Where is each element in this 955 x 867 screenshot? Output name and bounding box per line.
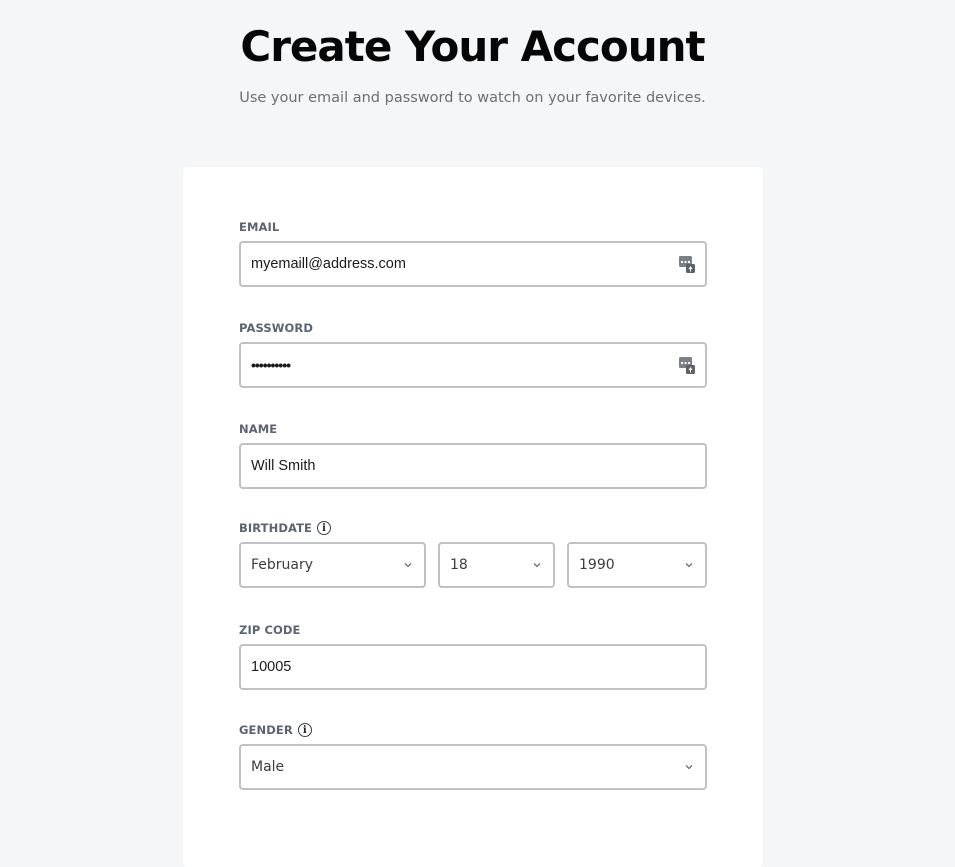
info-icon[interactable]: i bbox=[317, 521, 332, 535]
name-input[interactable]: Will Smith bbox=[239, 443, 707, 489]
name-label-text: NAME bbox=[239, 422, 278, 436]
password-input[interactable]: •••••••••• bbox=[239, 342, 707, 388]
zip-label-text: ZIP CODE bbox=[239, 623, 301, 637]
email-field-group: EMAIL myemaill@address.com bbox=[239, 219, 707, 287]
info-icon[interactable]: i bbox=[297, 723, 312, 737]
password-manager-icon[interactable] bbox=[679, 356, 695, 374]
page-title: Create Your Account bbox=[240, 22, 705, 71]
email-input[interactable]: myemaill@address.com bbox=[239, 241, 707, 287]
birth-day-value: 18 bbox=[450, 557, 468, 573]
chevron-down-icon bbox=[404, 563, 412, 568]
password-label-text: PASSWORD bbox=[239, 321, 313, 335]
password-value: •••••••••• bbox=[251, 357, 291, 373]
email-value: myemaill@address.com bbox=[251, 256, 406, 272]
zip-field-group: ZIP CODE 10005 bbox=[239, 622, 707, 690]
birth-year-select[interactable]: 1990 bbox=[567, 542, 707, 588]
email-label: EMAIL bbox=[239, 219, 707, 235]
zip-input[interactable]: 10005 bbox=[239, 644, 707, 690]
page-subtitle: Use your email and password to watch on … bbox=[239, 90, 706, 106]
birth-day-select[interactable]: 18 bbox=[438, 542, 555, 588]
birthdate-label: BIRTHDATE i bbox=[239, 520, 707, 536]
chevron-down-icon bbox=[685, 765, 693, 770]
zip-label: ZIP CODE bbox=[239, 622, 707, 638]
gender-select[interactable]: Male bbox=[239, 744, 707, 790]
email-label-text: EMAIL bbox=[239, 220, 280, 234]
gender-label: GENDER i bbox=[239, 722, 707, 738]
chevron-down-icon bbox=[685, 563, 693, 568]
gender-value: Male bbox=[251, 759, 285, 775]
name-field-group: NAME Will Smith bbox=[239, 421, 707, 489]
name-value: Will Smith bbox=[251, 458, 316, 474]
password-label: PASSWORD bbox=[239, 320, 707, 336]
password-field-group: PASSWORD •••••••••• bbox=[239, 320, 707, 388]
birthdate-label-text: BIRTHDATE bbox=[239, 521, 313, 535]
birthdate-selects: February 18 1990 bbox=[239, 542, 707, 588]
birth-year-value: 1990 bbox=[579, 557, 615, 573]
signup-card: EMAIL myemaill@address.com PASSWORD ••••… bbox=[183, 167, 763, 867]
birth-month-select[interactable]: February bbox=[239, 542, 426, 588]
birth-month-value: February bbox=[251, 557, 314, 573]
chevron-down-icon bbox=[533, 563, 541, 568]
birthdate-field-group: BIRTHDATE i February 18 1990 bbox=[239, 520, 707, 588]
gender-label-text: GENDER bbox=[239, 723, 293, 737]
zip-value: 10005 bbox=[251, 659, 292, 675]
gender-field-group: GENDER i Male bbox=[239, 722, 707, 790]
password-manager-icon[interactable] bbox=[679, 255, 695, 273]
name-label: NAME bbox=[239, 421, 707, 437]
